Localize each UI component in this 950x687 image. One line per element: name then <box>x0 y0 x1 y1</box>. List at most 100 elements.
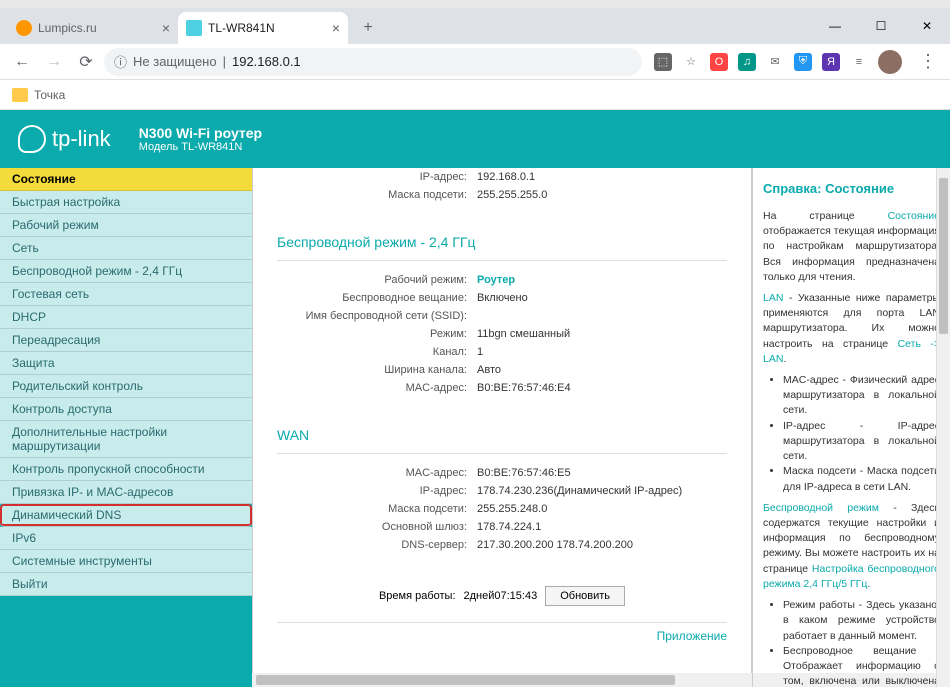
info-row: Основной шлюз:178.74.224.1 <box>277 518 727 536</box>
sidebar-item-system[interactable]: Системные инструменты <box>0 550 252 573</box>
info-row: Маска подсети:255.255.255.0 <box>277 186 727 204</box>
sidebar-item-dhcp[interactable]: DHCP <box>0 306 252 329</box>
info-value: 192.168.0.1 <box>477 171 535 183</box>
sidebar-item-routing[interactable]: Дополнительные настройки маршрутизации <box>0 421 252 458</box>
info-row: Ширина канала:Авто <box>277 361 727 379</box>
tab-lumpics[interactable]: Lumpics.ru × <box>8 12 178 44</box>
ext-icon[interactable]: O <box>710 53 728 71</box>
info-label: Ширина канала: <box>277 364 477 376</box>
router-header: tp-link N300 Wi-Fi роутер Модель TL-WR84… <box>0 110 950 168</box>
sidebar-item-label: Переадресация <box>12 333 100 347</box>
section-lan: IP-адрес:192.168.0.1 Маска подсети:255.2… <box>277 168 727 204</box>
info-value: 255.255.255.0 <box>477 189 547 201</box>
sidebar-item-bandwidth[interactable]: Контроль пропускной способности <box>0 458 252 481</box>
close-window-button[interactable]: ✕ <box>904 8 950 44</box>
sidebar-item-label: DHCP <box>12 310 46 324</box>
sidebar-item-label: Состояние <box>12 172 76 186</box>
sidebar-item-ipv6[interactable]: IPv6 <box>0 527 252 550</box>
sidebar-item-label: Динамический DNS <box>12 508 121 522</box>
sidebar-item-quick[interactable]: Быстрая настройка <box>0 191 252 214</box>
url-text: 192.168.0.1 <box>232 54 301 69</box>
sidebar-item-label: Гостевая сеть <box>12 287 89 301</box>
sidebar-item-label: Привязка IP- и MAC-адресов <box>12 485 173 499</box>
info-value: Включено <box>477 292 528 304</box>
info-row: MAC-адрес:B0:BE:76:57:46:E4 <box>277 379 727 397</box>
reload-button[interactable]: ⟳ <box>72 48 100 76</box>
info-value: B0:BE:76:57:46:E5 <box>477 467 571 479</box>
help-list: Режим работы - Здесь указано, в каком ре… <box>763 598 940 687</box>
info-row: Канал:1 <box>277 343 727 361</box>
content-main: IP-адрес:192.168.0.1 Маска подсети:255.2… <box>252 168 752 687</box>
brand-text: tp-link <box>52 126 111 152</box>
horizontal-scrollbar[interactable] <box>252 673 752 687</box>
info-label: DNS-сервер: <box>277 539 477 551</box>
address-bar[interactable]: ⓘ Не защищено | 192.168.0.1 <box>104 48 642 76</box>
sidebar-item-status[interactable]: Состояние <box>0 168 252 191</box>
profile-avatar[interactable] <box>878 50 902 74</box>
ext-icon[interactable]: ⬚ <box>654 53 672 71</box>
ext-icon[interactable]: Я <box>822 53 840 71</box>
list-item: MAC-адрес - Физический адрес маршрутизат… <box>783 373 940 419</box>
content-area: IP-адрес:192.168.0.1 Маска подсети:255.2… <box>252 168 950 687</box>
tab-title: Lumpics.ru <box>38 21 97 35</box>
sidebar-item-logout[interactable]: Выйти <box>0 573 252 596</box>
info-row: MAC-адрес:B0:BE:76:57:46:E5 <box>277 464 727 482</box>
ext-icon[interactable]: ♫ <box>738 53 756 71</box>
close-icon[interactable]: × <box>332 20 340 36</box>
info-row: IP-адрес:178.74.230.236(Динамический IP-… <box>277 482 727 500</box>
browser-menu-button[interactable]: ⋮ <box>914 51 942 72</box>
app-link[interactable]: Приложение <box>277 622 727 649</box>
sidebar-item-guest[interactable]: Гостевая сеть <box>0 283 252 306</box>
tab-title: TL-WR841N <box>208 21 275 35</box>
sidebar: Состояние Быстрая настройка Рабочий режи… <box>0 168 252 687</box>
info-row: Беспроводное вещание:Включено <box>277 289 727 307</box>
info-label: Маска подсети: <box>277 503 477 515</box>
info-value: 178.74.224.1 <box>477 521 541 533</box>
browser-tabs: Lumpics.ru × TL-WR841N × + — ☐ ✕ <box>0 8 950 44</box>
sidebar-item-parental[interactable]: Родительский контроль <box>0 375 252 398</box>
sidebar-item-label: Родительский контроль <box>12 379 143 393</box>
main-layout: Состояние Быстрая настройка Рабочий режи… <box>0 168 950 687</box>
minimize-button[interactable]: — <box>812 8 858 44</box>
separator: | <box>223 54 226 69</box>
extension-icons: ⬚ ☆ O ♫ ✉ ⛨ Я ≡ <box>646 50 910 74</box>
sidebar-item-network[interactable]: Сеть <box>0 237 252 260</box>
section-title: Беспроводной режим - 2,4 ГГц <box>277 220 727 261</box>
info-label: IP-адрес: <box>277 485 477 497</box>
router-model: Модель TL-WR841N <box>139 141 262 153</box>
ext-icon[interactable]: ✉ <box>766 53 784 71</box>
list-item: Беспроводное вещание - Отображает информ… <box>783 644 940 687</box>
maximize-button[interactable]: ☐ <box>858 8 904 44</box>
bookmarks-bar: Точка <box>0 80 950 110</box>
vertical-scrollbar[interactable] <box>936 168 950 687</box>
sidebar-item-access[interactable]: Контроль доступа <box>0 398 252 421</box>
close-icon[interactable]: × <box>162 20 170 36</box>
tab-router[interactable]: TL-WR841N × <box>178 12 348 44</box>
sidebar-item-binding[interactable]: Привязка IP- и MAC-адресов <box>0 481 252 504</box>
info-label: Беспроводное вещание: <box>277 292 477 304</box>
list-item: Маска подсети - Маска подсети для IP-адр… <box>783 464 940 494</box>
info-label: Канал: <box>277 346 477 358</box>
forward-button[interactable]: → <box>40 48 68 76</box>
sidebar-item-mode[interactable]: Рабочий режим <box>0 214 252 237</box>
sidebar-item-ddns[interactable]: Динамический DNS <box>0 504 252 527</box>
sidebar-item-wireless[interactable]: Беспроводной режим - 2,4 ГГц <box>0 260 252 283</box>
info-value: 11bgn смешанный <box>477 328 570 340</box>
refresh-button[interactable]: Обновить <box>545 586 625 606</box>
ext-icon[interactable]: ⛨ <box>794 53 812 71</box>
help-panel: Справка: Состояние На странице Состояние… <box>752 168 950 687</box>
info-label: IP-адрес: <box>277 171 477 183</box>
info-value: 1 <box>477 346 483 358</box>
ext-icon[interactable]: ≡ <box>850 53 868 71</box>
info-value: 255.255.248.0 <box>477 503 547 515</box>
sidebar-item-forwarding[interactable]: Переадресация <box>0 329 252 352</box>
new-tab-button[interactable]: + <box>354 14 382 42</box>
info-row: IP-адрес:192.168.0.1 <box>277 168 727 186</box>
uptime-label: Время работы: <box>379 590 456 602</box>
list-item: Режим работы - Здесь указано, в каком ре… <box>783 598 940 644</box>
ext-icon[interactable]: ☆ <box>682 53 700 71</box>
bookmark-item[interactable]: Точка <box>34 88 65 102</box>
sidebar-item-security[interactable]: Защита <box>0 352 252 375</box>
sidebar-item-label: Беспроводной режим - 2,4 ГГц <box>12 264 182 278</box>
back-button[interactable]: ← <box>8 48 36 76</box>
